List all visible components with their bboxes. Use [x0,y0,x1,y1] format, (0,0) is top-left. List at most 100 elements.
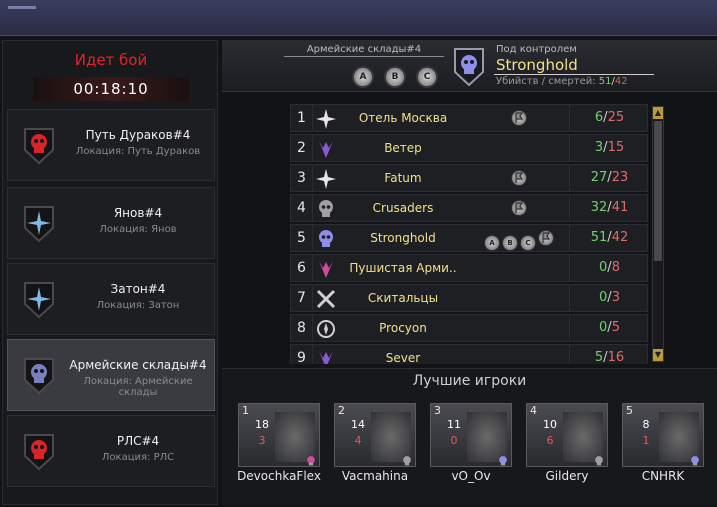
player-kills: 11 [447,418,461,431]
player-position: 1 [242,404,249,417]
table-row[interactable]: 7 Скитальцы 0/3 [290,284,648,312]
player-kills: 14 [351,418,365,431]
battle-status: Идет бой [74,51,148,69]
location-subtitle: Локация: Армейские склады [83,376,193,398]
skull-emblem-icon [315,198,337,220]
clan-name: Stronghold [370,231,436,245]
captured-points [467,170,571,188]
table-row[interactable]: 3 Fatum 27/23 [290,164,648,192]
captured-points [467,110,571,128]
rank-number: 1 [291,105,313,131]
blue-star-icon [22,280,56,320]
star-emblem-icon [315,108,337,130]
clan-name: Ветер [384,141,422,155]
clan-kd: 0/8 [569,255,648,281]
ranking-scrollbar[interactable]: ▲ ▼ [652,106,664,362]
clan-kills: 32 [590,200,608,215]
player-name[interactable]: Gildery [524,469,610,483]
flag-glyph [542,232,551,243]
captured-points [467,140,571,158]
rank-number: 4 [291,195,313,221]
control-point-b-icon: B [384,66,406,88]
player-name[interactable]: vO_Ov [428,469,514,483]
deaths-value: 42 [614,76,628,87]
clan-deaths: 15 [607,140,625,155]
clan-kd: 0/3 [569,285,648,311]
rank-number: 2 [291,135,313,161]
player-position: 3 [434,404,441,417]
clan-kd: 32/41 [569,195,648,221]
player-card[interactable]: 1 18 3 [238,403,320,467]
rank-number: 8 [291,315,313,341]
battle-panel: Армейские склады#4 A B C Под контролем S… [222,40,717,505]
kills-deaths-summary: Убийств / смертей: 51/42 [496,76,628,87]
kd-label: Убийств / смертей: [496,76,596,87]
player-deaths: 6 [546,434,554,447]
skull-emblem-icon [593,452,605,466]
rank-number: 7 [291,285,313,311]
scroll-thumb[interactable] [654,121,662,261]
clan-deaths: 42 [611,230,629,245]
scroll-down-button[interactable]: ▼ [653,349,663,361]
clan-deaths: 16 [607,350,625,364]
flag-icon [511,200,527,216]
captured-points: A B C [467,230,571,251]
captured-points [467,260,571,278]
table-row[interactable]: 9 Sever 5/16 [290,344,648,364]
location-item[interactable]: Путь Дураков#4 Локация: Путь Дураков [7,109,215,181]
flag-icon [511,170,527,186]
control-point-b-icon: B [502,235,518,251]
control-point-a-icon: A [352,66,374,88]
location-item[interactable]: РЛС#4 Локация: РЛС [7,415,215,487]
clan-name: Скитальцы [367,291,439,305]
point-letter: C [525,239,531,247]
player-kills: 8 [642,418,650,431]
location-name: Янов#4 [113,206,163,220]
location-name: РЛС#4 [116,434,160,448]
control-point-c-icon: C [416,66,438,88]
best-players-panel: Лучшие игроки 1 18 3 DevochkaFlex 2 14 4 … [222,368,717,505]
clan-kd: 27/23 [569,165,648,191]
table-row[interactable]: 8 Procyon 0/5 [290,314,648,342]
player-name[interactable]: DevochkaFlex [236,469,322,483]
titlebar-accent [8,6,36,9]
blue-star-icon [22,204,56,244]
location-item[interactable]: Армейские склады#4 Локация: Армейские ск… [7,339,215,411]
under-control-label: Под контролем [496,44,577,55]
kills-value: 51 [598,76,612,87]
clan-kills: 6 [594,110,604,125]
player-name[interactable]: Vacmahina [332,469,418,483]
location-item[interactable]: Затон#4 Локация: Затон [7,263,215,335]
player-card[interactable]: 5 8 1 [622,403,704,467]
captured-points [467,320,571,338]
captured-points [467,290,571,308]
clan-kd: 6/25 [569,105,648,131]
clan-kills: 5 [594,350,604,364]
purple-emblem-icon [315,138,337,160]
red-skull-icon [22,432,56,472]
controlling-clan-emblem-icon [454,48,484,87]
table-row[interactable]: 6 Пушистая Арми.. 0/8 [290,254,648,282]
player-deaths: 0 [450,434,458,447]
blue-skull-emblem-icon [315,228,337,250]
player-name[interactable]: CNHRK [620,469,706,483]
scroll-up-button[interactable]: ▲ [653,107,663,119]
location-name: Затон#4 [110,282,166,296]
control-point-c-icon: C [520,235,536,251]
controlling-clan-name: Stronghold [494,56,654,75]
clan-name: Отель Москва [358,111,448,125]
clan-name: Пушистая Арми.. [349,261,457,275]
player-card[interactable]: 3 11 0 [430,403,512,467]
clan-deaths: 3 [611,290,620,305]
clan-deaths: 41 [611,200,629,215]
table-row[interactable]: 2 Ветер 3/15 [290,134,648,162]
locations-panel: Идет бой 00:18:10 Путь Дураков#4 Локация… [2,40,218,505]
table-row[interactable]: 5 Stronghold A B C 51/42 [290,224,648,252]
point-letter: B [507,239,513,247]
purple-emblem-icon [315,348,337,364]
table-row[interactable]: 1 Отель Москва 6/25 [290,104,648,132]
location-item[interactable]: Янов#4 Локация: Янов [7,187,215,259]
player-card[interactable]: 4 10 6 [526,403,608,467]
table-row[interactable]: 4 Crusaders 32/41 [290,194,648,222]
player-card[interactable]: 2 14 4 [334,403,416,467]
